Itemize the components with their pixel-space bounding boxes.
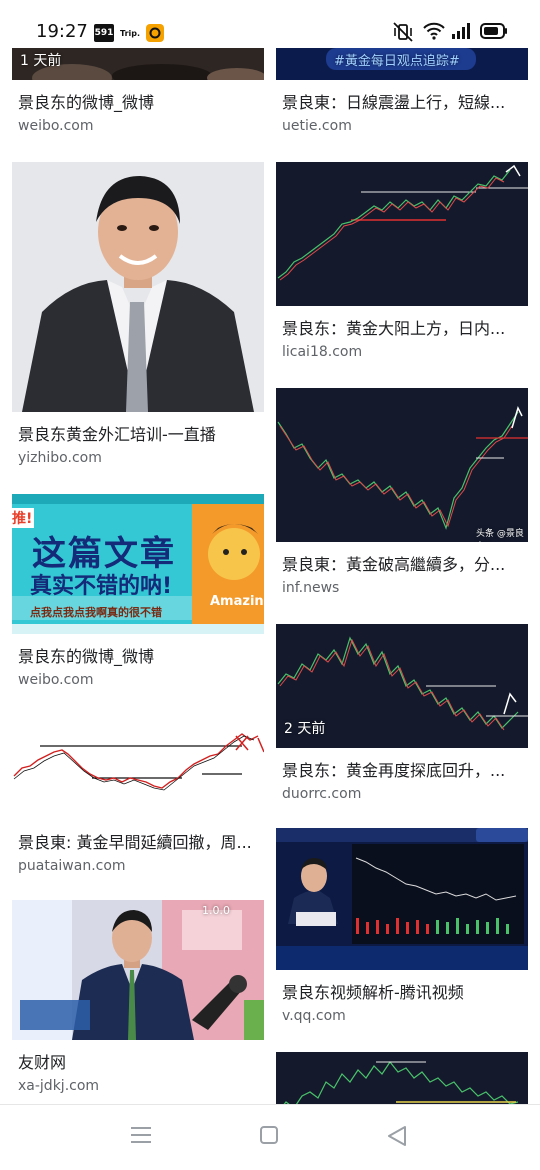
result-source: duorrc.com (282, 786, 362, 802)
result-title[interactable]: 景良东的微博_微博 (18, 92, 258, 114)
result-title[interactable]: 景良东：黄金再度探底回升，... (282, 760, 522, 782)
menu-icon[interactable] (130, 1125, 152, 1145)
promo-subline: 真实不错的呐! (30, 574, 173, 599)
result-title[interactable]: 景良東：日線震盪上行，短線... (282, 92, 522, 114)
chart-thumbnail (12, 716, 264, 820)
promo-caption: 点我点我点我啊真的很不错 (30, 606, 162, 619)
result-thumbnail[interactable] (12, 716, 264, 820)
result-card[interactable]: 景良东视频解析-腾讯视频 v.qq.com (276, 828, 528, 1026)
banner-text: #黃金每日观点追踪# (334, 54, 460, 69)
result-title[interactable]: 景良东的微博_微博 (18, 646, 258, 668)
age-badge: 2 天前 (284, 721, 326, 737)
watermark-text: 头条 @景良东1 (476, 529, 524, 539)
result-source: xa-jdkj.com (18, 1078, 100, 1094)
clock: 19:27 (36, 21, 88, 42)
result-card[interactable]: 推! 这篇文章 真实不错的呐! 点我点我点我啊真的很不错 Amazin 景良东的… (12, 494, 264, 690)
battery-icon (480, 23, 507, 39)
result-card[interactable]: #黃金每日观点追踪# 景良東：日線震盪上行，短線... uetie.com (276, 48, 528, 136)
result-thumbnail[interactable] (276, 828, 528, 970)
result-card[interactable]: 1.0.0 友财网 xa-jdkj.com (12, 900, 264, 1096)
promo-side-text: Amazin (210, 594, 264, 609)
chart-thumbnail (276, 388, 528, 542)
result-source: inf.news (282, 580, 340, 596)
promo-corner-text: 推! (12, 508, 35, 528)
result-title[interactable]: 景良东：黄金大阳上方，日内... (282, 318, 522, 340)
back-icon[interactable] (386, 1125, 408, 1147)
result-card[interactable]: 头条 @景良东1 景良東：黃金破高繼續多，分... inf.news (276, 388, 528, 598)
result-title[interactable]: 景良东视频解析-腾讯视频 (282, 982, 522, 1004)
result-thumbnail[interactable]: 2 天前 (276, 624, 528, 748)
video-thumbnail (276, 828, 528, 970)
result-thumbnail[interactable]: 1 天前 (12, 48, 264, 80)
result-source: licai18.com (282, 344, 363, 360)
chart-thumbnail (276, 162, 528, 306)
home-icon[interactable] (259, 1125, 279, 1145)
result-source: yizhibo.com (18, 450, 102, 466)
wifi-icon (423, 22, 445, 40)
result-thumbnail[interactable]: 推! 这篇文章 真实不错的呐! 点我点我点我啊真的很不错 Amazin (12, 494, 264, 634)
results-right-column: #黃金每日观点追踪# 景良東：日線震盪上行，短線... uetie.com 景良… (276, 48, 528, 1124)
result-thumbnail[interactable]: 头条 @景良东1 (276, 388, 528, 542)
result-card[interactable]: 2 天前 景良东：黄金再度探底回升，... duorrc.com (276, 624, 528, 804)
result-thumbnail[interactable] (12, 162, 264, 412)
age-badge: 1 天前 (20, 53, 62, 69)
portrait-image (12, 162, 264, 412)
result-thumbnail[interactable]: 1.0.0 (12, 900, 264, 1040)
result-title[interactable]: 友财网 (18, 1052, 258, 1074)
result-source: v.qq.com (282, 1008, 346, 1024)
result-source: weibo.com (18, 672, 94, 688)
result-thumbnail[interactable]: #黃金每日观点追踪# (276, 48, 528, 80)
system-nav-bar (0, 1104, 540, 1170)
result-card[interactable]: 景良东：黄金大阳上方，日内... licai18.com (276, 162, 528, 362)
results-left-column: 1 天前 景良东的微博_微博 weibo.com 景良东黄金外汇培训-一直播 y… (12, 48, 264, 1096)
vibrate-mute-icon (393, 22, 413, 42)
app-trip-icon: Trip. (119, 28, 141, 38)
app-591-icon: 591 (94, 24, 114, 42)
result-source: weibo.com (18, 118, 94, 134)
status-bar: 19:27 591 Trip. (0, 0, 540, 50)
result-source: puataiwan.com (18, 858, 126, 874)
interview-image (12, 900, 264, 1040)
result-title[interactable]: 景良东黄金外汇培训-一直播 (18, 424, 258, 446)
banner-text: 1.0.0 (202, 904, 230, 917)
result-title[interactable]: 景良東: 黃金早間延續回撤，周... (18, 832, 258, 854)
result-source: uetie.com (282, 118, 352, 134)
result-thumbnail[interactable] (276, 162, 528, 306)
app-orange-icon (146, 24, 164, 42)
result-card[interactable]: 景良東: 黃金早間延續回撤，周... puataiwan.com (12, 716, 264, 876)
result-title[interactable]: 景良東：黃金破高繼續多，分... (282, 554, 522, 576)
signal-icon (452, 23, 470, 39)
result-card[interactable]: 1 天前 景良东的微博_微博 weibo.com (12, 48, 264, 136)
result-card[interactable]: 景良东黄金外汇培训-一直播 yizhibo.com (12, 162, 264, 468)
